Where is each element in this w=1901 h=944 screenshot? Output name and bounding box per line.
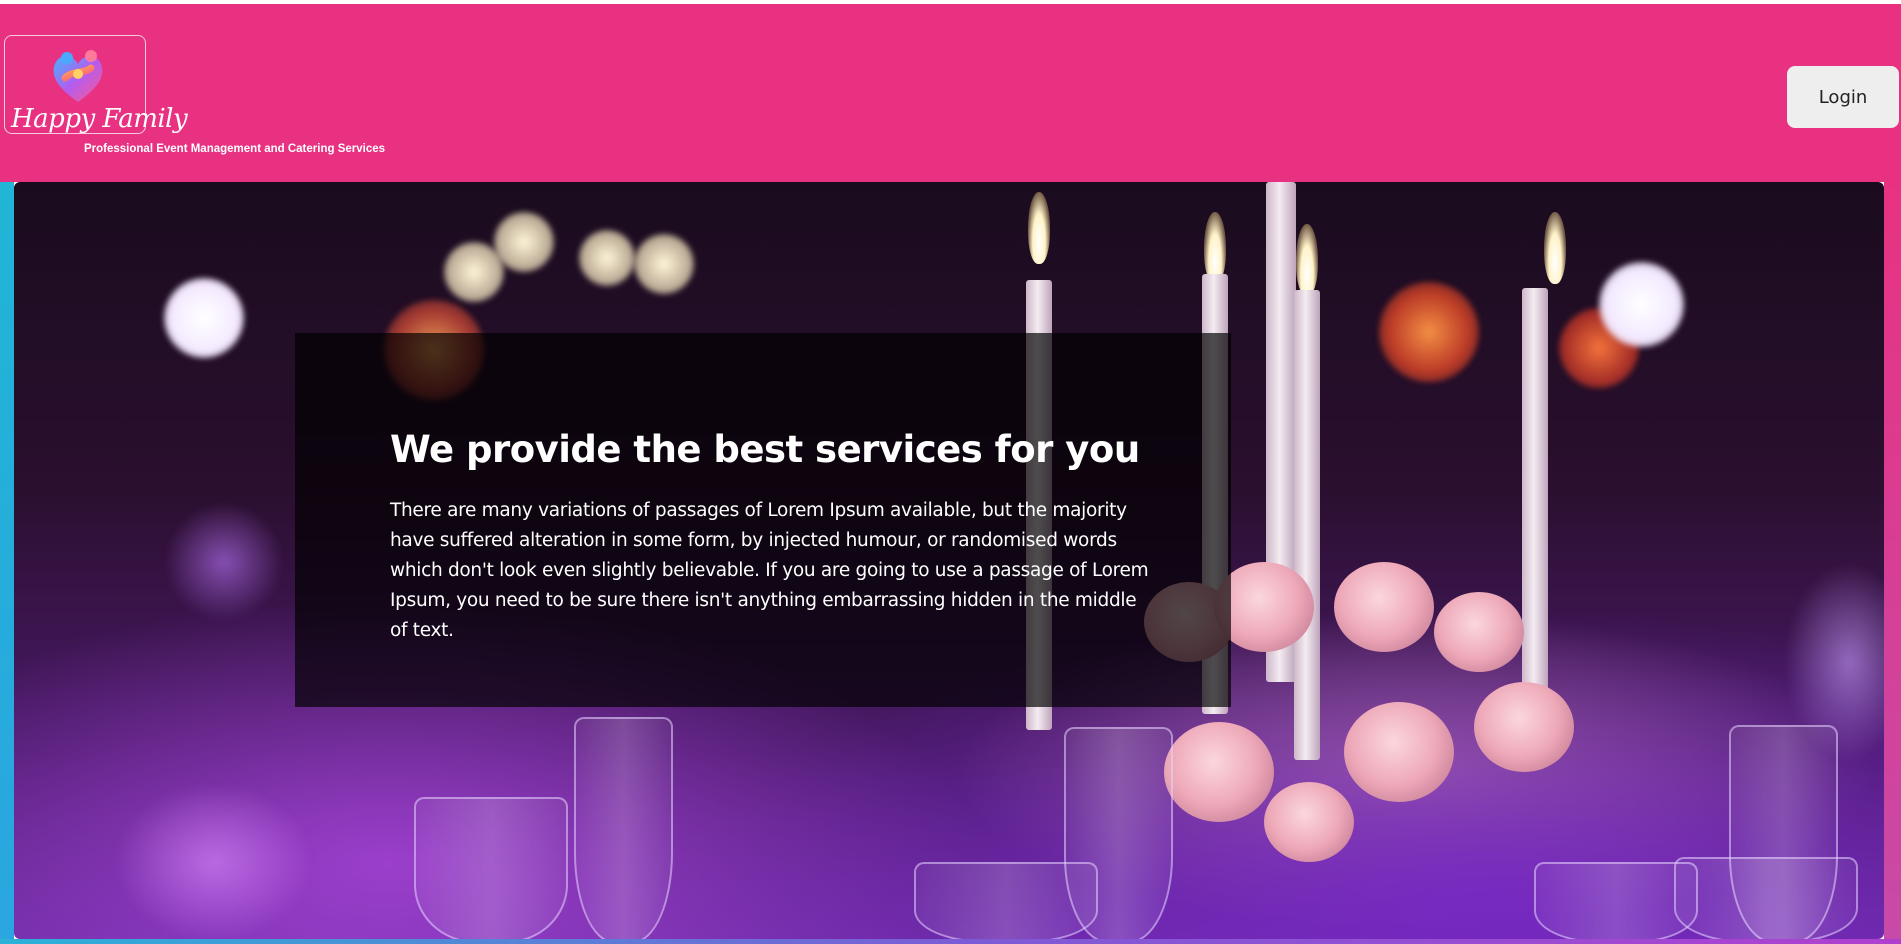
right-border-strip [1884,182,1901,944]
family-heart-icon [53,50,103,102]
left-border-strip [0,182,14,944]
hero-banner: We provide the best services for you The… [14,182,1884,939]
hero-title: We provide the best services for you [390,428,1140,471]
bottom-border-strip [0,939,1901,944]
login-button[interactable]: Login [1787,66,1899,128]
logo[interactable]: Happy Family [4,35,188,134]
logo-text: Happy Family [11,104,188,134]
site-header: Happy Family Professional Event Manageme… [0,4,1901,182]
tagline: Professional Event Management and Cateri… [84,143,386,155]
hero-description: There are many variations of passages of… [390,500,1149,641]
page: Happy Family Professional Event Manageme… [0,0,1901,944]
hero-text-panel: We provide the best services for you The… [295,333,1231,707]
